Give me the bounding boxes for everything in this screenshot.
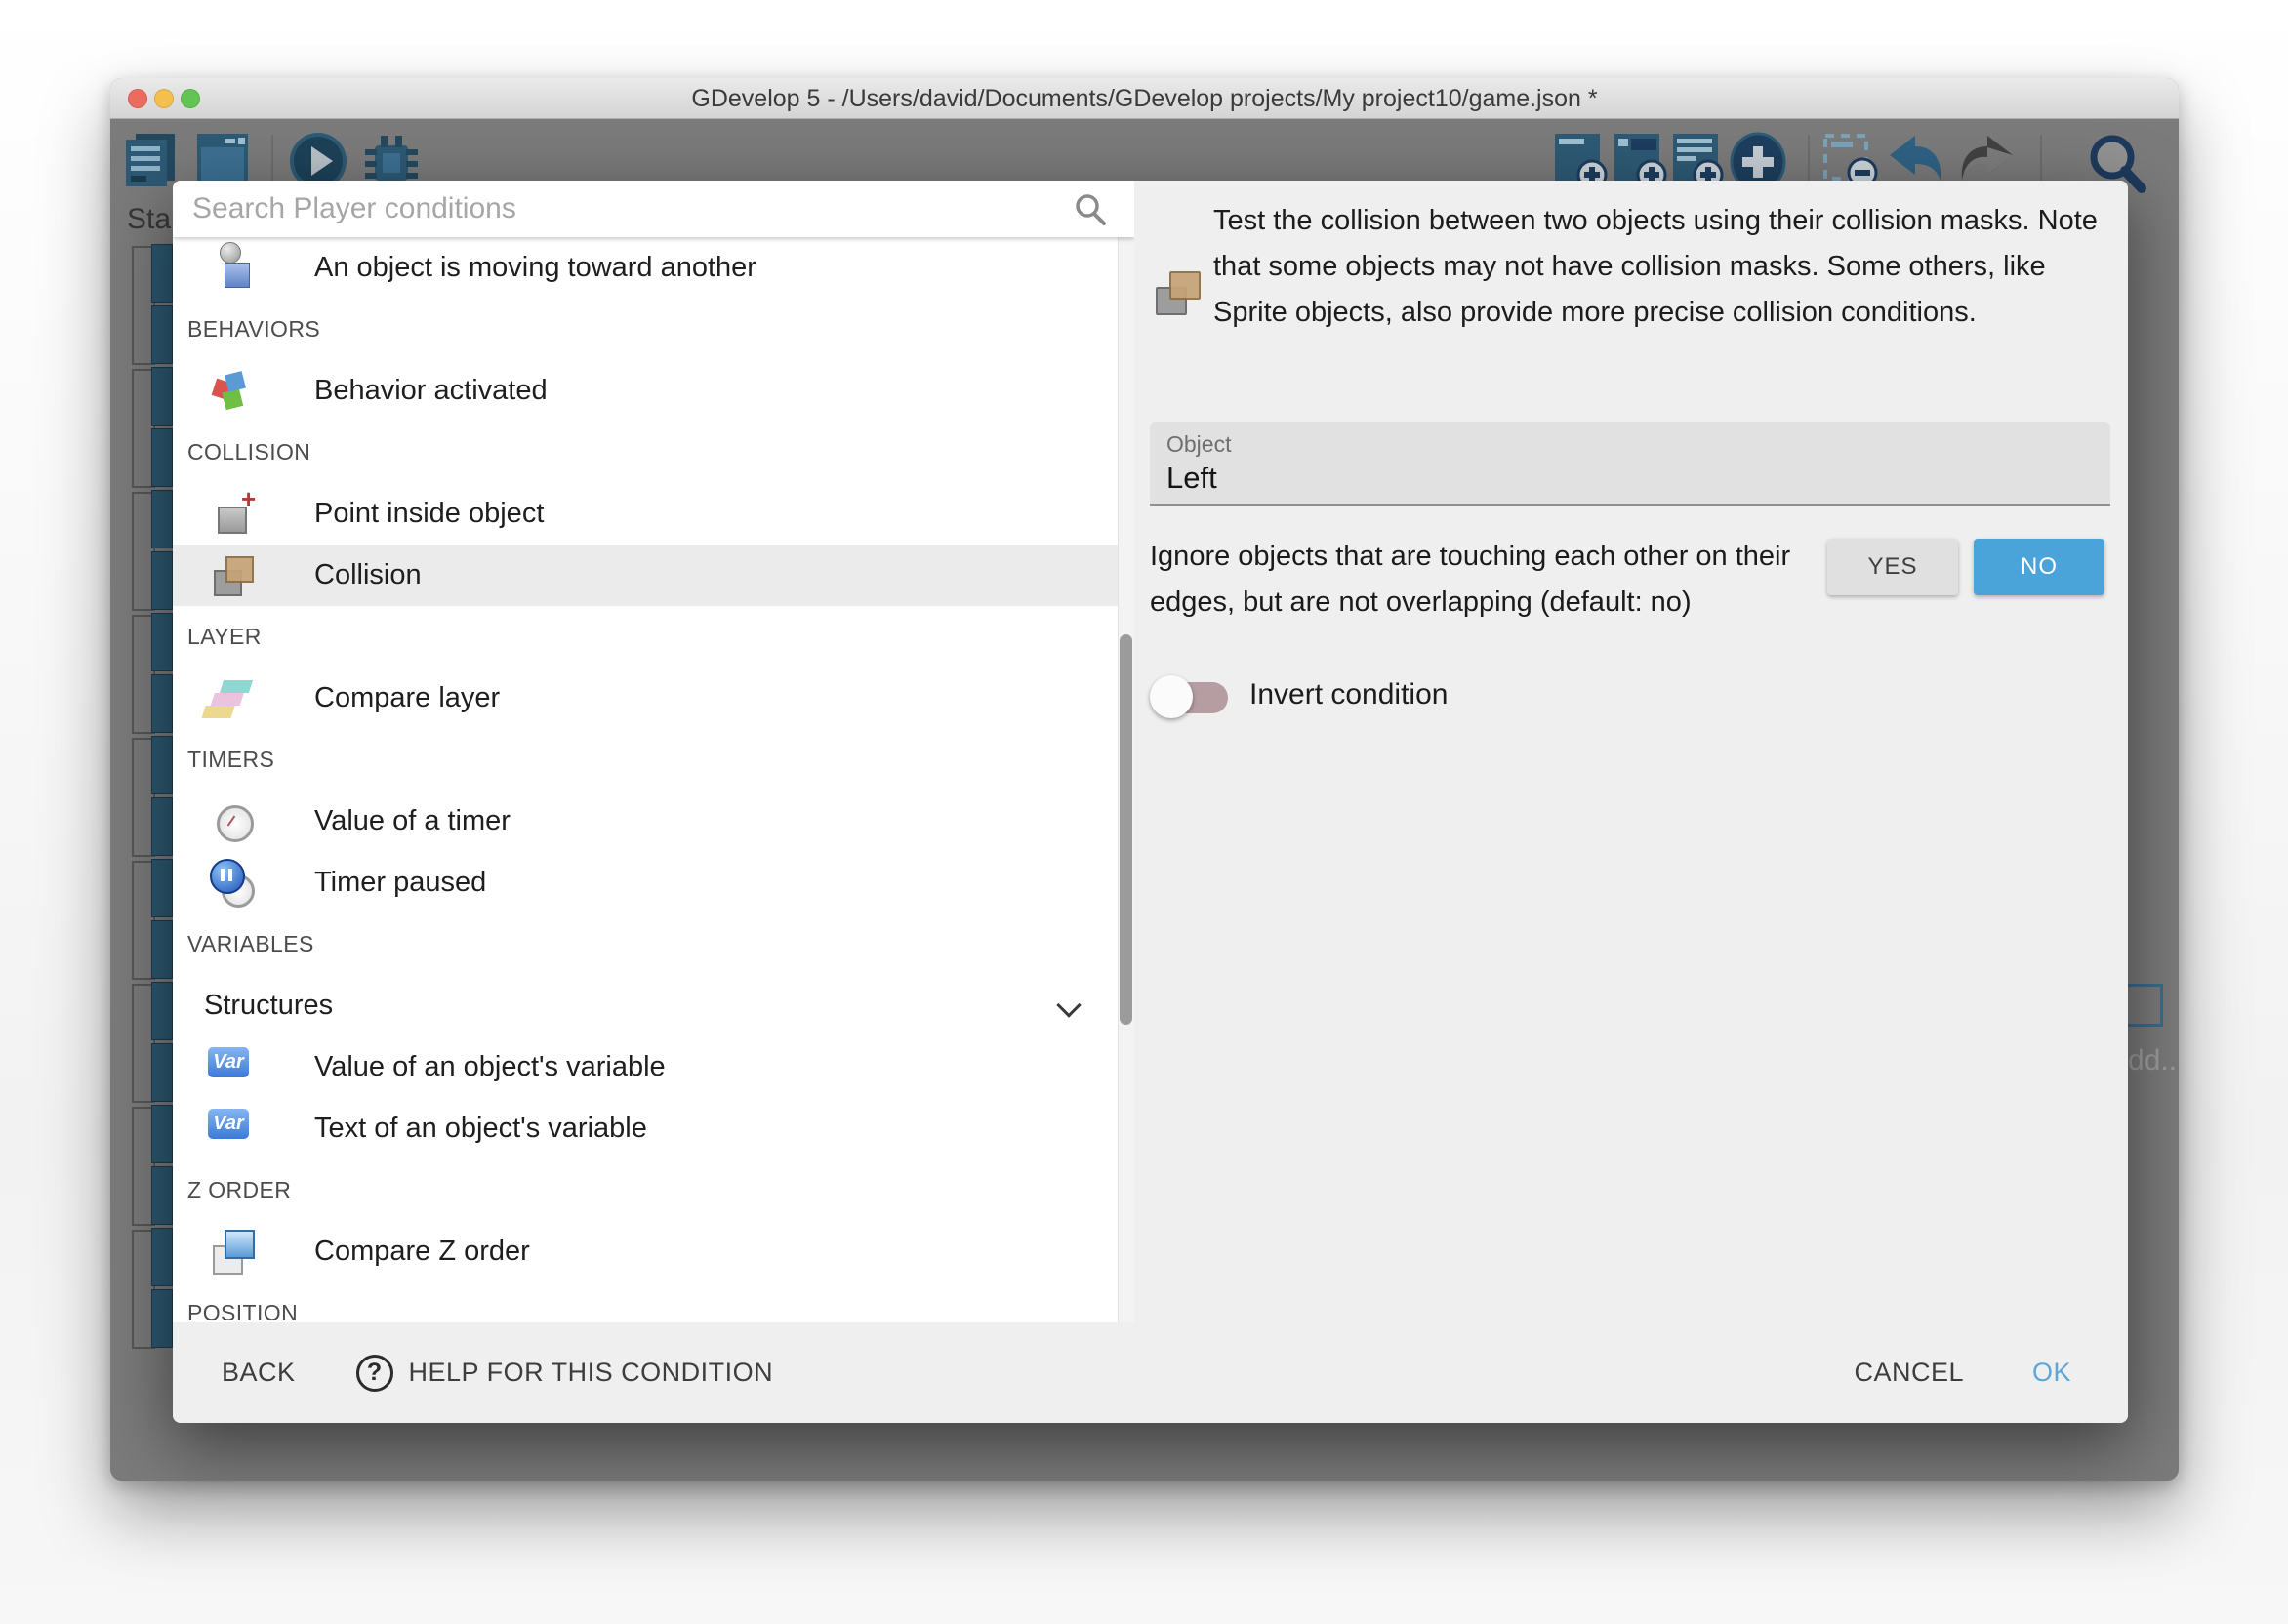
yes-button[interactable]: YES [1827, 539, 1958, 595]
list-item-timer-value[interactable]: Value of a timer [173, 791, 1134, 852]
help-button-label: HELP FOR THIS CONDITION [409, 1358, 774, 1388]
event-condition-cell [151, 859, 173, 917]
collision-icon [210, 553, 255, 598]
event-condition-cell [151, 305, 173, 364]
list-item-object-variable-text[interactable]: Var Text of an object's variable [173, 1098, 1134, 1159]
point-inside-icon [210, 492, 255, 537]
section-header-layer: LAYER [173, 606, 1134, 668]
event-condition-cell [151, 1166, 173, 1225]
event-condition-cell [151, 490, 173, 548]
chevron-down-icon [1056, 993, 1081, 1017]
compare-layer-icon [210, 676, 255, 721]
event-condition-cell [151, 367, 173, 426]
event-condition-cell [151, 736, 173, 794]
event-condition-cell [151, 428, 173, 487]
help-button[interactable]: ? HELP FOR THIS CONDITION [356, 1355, 774, 1392]
toggle-knob [1150, 675, 1193, 718]
section-header-variables: VARIABLES [173, 914, 1134, 975]
collision-icon [1154, 268, 1205, 319]
selected-event-box [2124, 984, 2163, 1027]
section-header-timers: TIMERS [173, 729, 1134, 791]
condition-editor-dialog: An object is moving toward another BEHAV… [173, 181, 2128, 1423]
help-icon: ? [356, 1355, 393, 1392]
event-condition-cell [151, 244, 173, 303]
section-header-position: POSITION [173, 1282, 1134, 1322]
list-item-structures[interactable]: Structures [173, 975, 1134, 1036]
ok-button[interactable]: OK [2032, 1358, 2071, 1388]
no-button[interactable]: NO [1974, 539, 2104, 595]
search-bar [173, 181, 1134, 237]
event-condition-cell [151, 613, 173, 671]
add-event-label: dd... [2128, 1044, 2179, 1077]
behavior-icon [210, 369, 255, 414]
list-item-compare-layer[interactable]: Compare layer [173, 668, 1134, 729]
search-icon [1074, 193, 1107, 231]
list-item-moving-toward[interactable]: An object is moving toward another [173, 237, 1134, 299]
timer-paused-icon [210, 861, 255, 906]
invert-condition-label: Invert condition [1249, 678, 1448, 711]
list-scrollbar-thumb[interactable] [1120, 634, 1132, 1025]
event-condition-cell [151, 1043, 173, 1102]
conditions-list-panel: An object is moving toward another BEHAV… [173, 181, 1134, 1322]
list-item-collision-selected[interactable]: Collision [173, 545, 1134, 606]
event-condition-cell [151, 1105, 173, 1163]
list-scrollbar-track[interactable] [1118, 237, 1134, 1322]
event-condition-cell [151, 1289, 173, 1348]
window-title: GDevelop 5 - /Users/david/Documents/GDev… [110, 78, 2179, 119]
variable-icon: Var [208, 1047, 249, 1077]
search-input[interactable] [192, 184, 1051, 233]
condition-description: Test the collision between two objects u… [1213, 198, 2098, 336]
list-item-compare-z-order[interactable]: Compare Z order [173, 1221, 1134, 1282]
invert-condition-toggle[interactable] [1150, 673, 1230, 720]
event-condition-cell [151, 920, 173, 979]
timer-icon [210, 799, 255, 844]
conditions-list: An object is moving toward another BEHAV… [173, 237, 1134, 1322]
event-condition-cell [151, 1228, 173, 1286]
event-condition-cell [151, 551, 173, 610]
cancel-button[interactable]: CANCEL [1854, 1358, 1964, 1388]
moving-toward-icon [210, 246, 255, 291]
scene-tab-label: Sta [127, 203, 171, 236]
ignore-touching-label: Ignore objects that are touching each ot… [1150, 534, 1833, 626]
list-item-object-variable-value[interactable]: Var Value of an object's variable [173, 1036, 1134, 1098]
section-header-behaviors: BEHAVIORS [173, 299, 1134, 360]
list-item-behavior-activated[interactable]: Behavior activated [173, 360, 1134, 422]
event-condition-cell [151, 982, 173, 1040]
section-header-z-order: Z ORDER [173, 1159, 1134, 1221]
back-button[interactable]: BACK [222, 1358, 296, 1388]
object-field-value: Left [1166, 461, 1217, 496]
z-order-icon [210, 1230, 255, 1275]
dialog-footer: BACK ? HELP FOR THIS CONDITION CANCEL OK [173, 1322, 2128, 1423]
list-item-point-inside[interactable]: Point inside object [173, 483, 1134, 545]
event-condition-cell [151, 674, 173, 733]
variable-icon: Var [208, 1109, 249, 1139]
condition-details-panel: Test the collision between two objects u… [1134, 181, 2128, 1322]
event-condition-cell [151, 797, 173, 856]
list-item-timer-paused[interactable]: Timer paused [173, 852, 1134, 914]
section-header-collision: COLLISION [173, 422, 1134, 483]
titlebar: GDevelop 5 - /Users/david/Documents/GDev… [110, 78, 2179, 119]
object-field[interactable]: Object Left [1150, 422, 2110, 506]
object-field-label: Object [1166, 431, 1231, 458]
